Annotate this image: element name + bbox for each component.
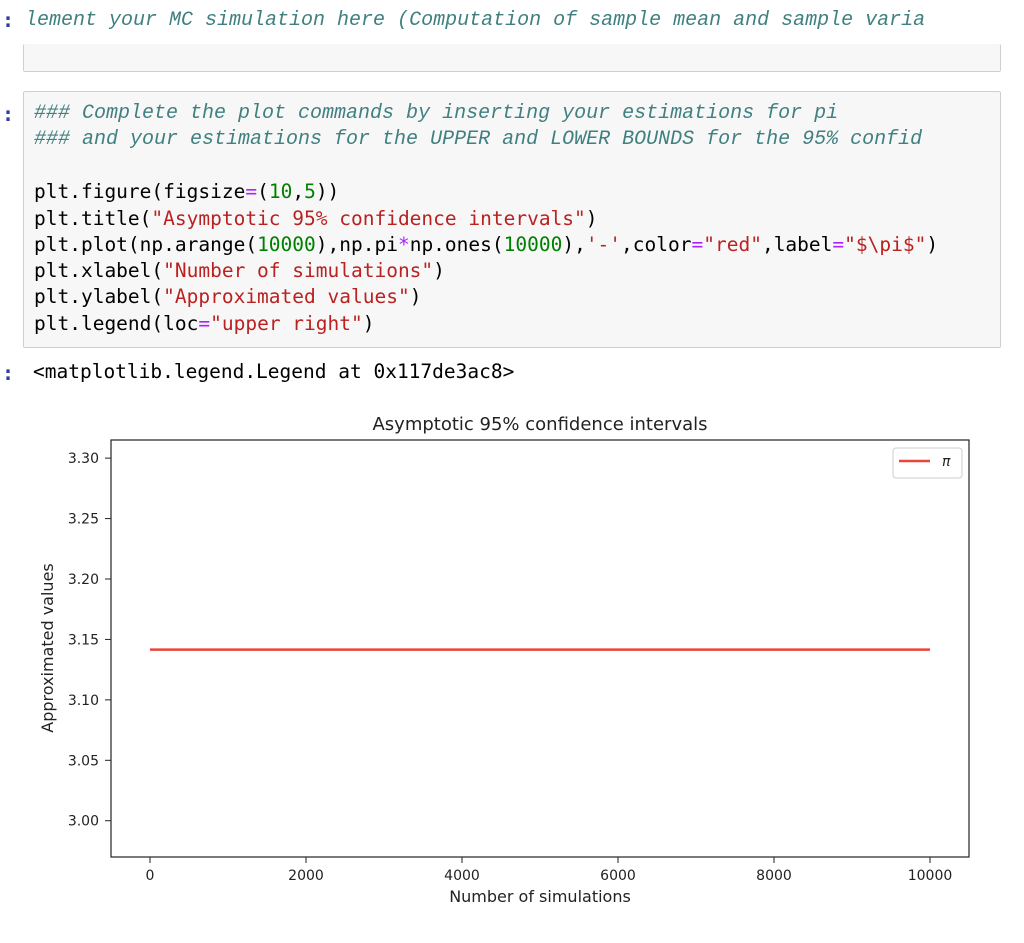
x-tick-label: 10000 (908, 868, 953, 884)
code-line-title: plt.title("Asymptotic 95% confidence int… (34, 206, 598, 230)
chart: Asymptotic 95% confidence intervals 0 200… (38, 414, 970, 906)
output-text: <matplotlib.legend.Legend at 0x117de3ac8… (33, 360, 515, 383)
y-tick-label: 3.20 (68, 572, 99, 588)
code-comment-line: ### Complete the plot commands by insert… (34, 102, 839, 125)
cell1-comment: lement your MC simulation here (Computat… (25, 9, 926, 32)
cell1-prompt: : (2, 8, 15, 32)
code-line-figure: plt.figure(figsize=(10,5)) (34, 180, 340, 204)
cell2-prompt: : (2, 102, 15, 126)
x-tick-label: 0 (146, 868, 155, 884)
code-line-xlabel: plt.xlabel("Number of simulations") (34, 259, 445, 283)
code-line-ylabel: plt.ylabel("Approximated values") (34, 285, 422, 309)
code-line-legend: plt.legend(loc="upper right") (34, 311, 375, 335)
legend-box (892, 447, 963, 479)
x-tick-label: 2000 (288, 868, 324, 884)
y-tick-label: 3.10 (68, 693, 99, 709)
legend-entry-label: π (942, 454, 951, 470)
y-tick-label: 3.30 (68, 451, 99, 467)
cell1-input[interactable] (23, 44, 1001, 72)
x-tick-label: 6000 (600, 868, 636, 884)
y-tick-label: 3.00 (68, 814, 99, 830)
legend: π (892, 447, 963, 479)
cell2-input[interactable]: ### Complete the plot commands by insert… (23, 91, 1001, 348)
x-tick-label: 8000 (756, 868, 792, 884)
code-comment-line: ### and your estimations for the UPPER a… (34, 128, 923, 151)
output-prompt: : (2, 361, 15, 385)
code-line-plot: plt.plot(np.arange(10000),np.pi*np.ones(… (34, 232, 939, 256)
x-tick-label: 4000 (444, 868, 480, 884)
chart-title: Asymptotic 95% confidence intervals (372, 414, 707, 435)
y-tick-label: 3.05 (68, 753, 99, 769)
y-tick-label: 3.15 (68, 632, 99, 648)
y-axis-label: Approximated values (38, 563, 57, 732)
y-tick-label: 3.25 (68, 512, 99, 528)
x-axis-label: Number of simulations (449, 887, 631, 906)
